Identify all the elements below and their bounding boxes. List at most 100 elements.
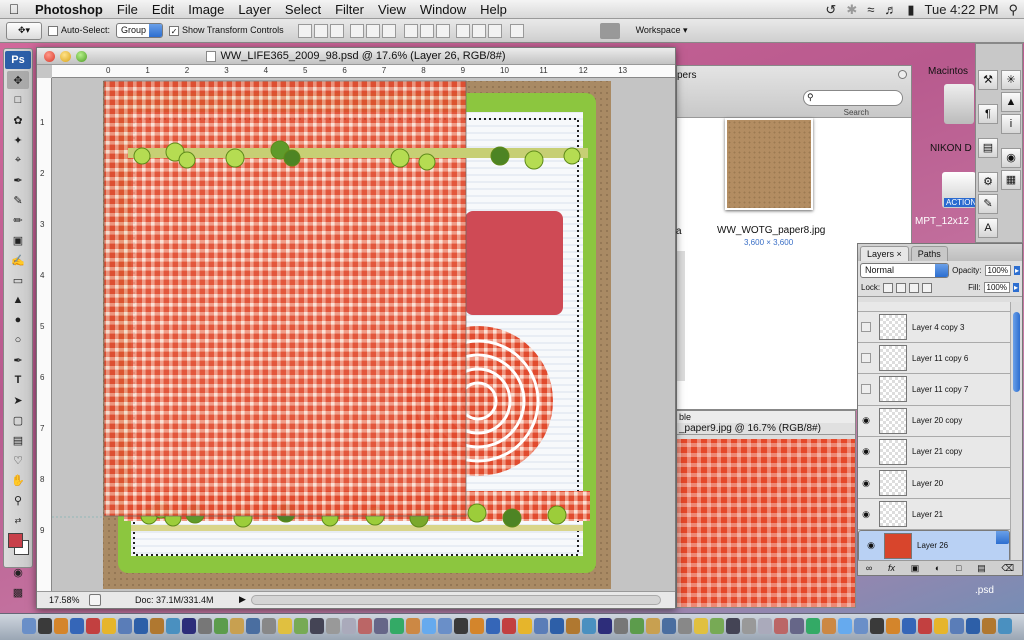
layer-row[interactable]: ◉ Layer 20 — [858, 468, 1010, 500]
zoom-button[interactable] — [76, 51, 87, 62]
lock-transparent-icon[interactable] — [883, 282, 894, 293]
blend-mode-dropdown[interactable]: Normal — [860, 262, 950, 278]
status-info-icon[interactable] — [89, 594, 101, 606]
dock-app-icon[interactable] — [198, 618, 212, 634]
path-selection-tool-icon[interactable]: ➤ — [7, 391, 29, 409]
fill-field[interactable]: 100% — [983, 282, 1010, 293]
dock-app-icon[interactable] — [150, 618, 164, 634]
desktop-psd-label[interactable]: .psd — [975, 585, 994, 596]
opacity-field[interactable]: 100% — [984, 264, 1011, 276]
gradient-tool-icon[interactable]: ▲ — [7, 291, 29, 309]
healing-brush-tool-icon[interactable]: ✎ — [7, 191, 29, 209]
clock[interactable]: Tue 4:22 PM — [925, 2, 999, 17]
actions-icon[interactable]: ⚙ — [978, 172, 998, 192]
desktop-mpt-label[interactable]: MPT_12x12 — [915, 216, 969, 227]
distribute-hcenter-button[interactable] — [471, 23, 486, 38]
layer-row-partial[interactable] — [858, 302, 1010, 312]
paragraph-icon[interactable]: ¶ — [978, 104, 998, 124]
dock-app-icon[interactable] — [486, 618, 500, 634]
layer-comps-icon[interactable]: ▤ — [978, 138, 998, 158]
adjustment-layer-icon[interactable]: ◐ — [935, 563, 940, 573]
dock-app-icon[interactable] — [934, 618, 948, 634]
move-tool-icon[interactable]: ✥ — [7, 71, 29, 89]
layer-row[interactable]: Layer 11 copy 6 — [858, 343, 1010, 375]
lock-pixels-icon[interactable] — [896, 282, 907, 293]
menu-layer[interactable]: Layer — [231, 0, 278, 19]
eye-icon[interactable]: ◉ — [858, 415, 874, 426]
dock-app-icon[interactable] — [262, 618, 276, 634]
dock-app-icon[interactable] — [326, 618, 340, 634]
dock-app-icon[interactable] — [294, 618, 308, 634]
menu-edit[interactable]: Edit — [145, 0, 181, 19]
auto-select-checkbox[interactable] — [48, 25, 58, 36]
layer-row[interactable]: Layer 4 copy 3 — [858, 312, 1010, 344]
spotlight-icon[interactable]: ⚲ — [1008, 2, 1018, 18]
histogram-icon[interactable]: ▲ — [1001, 92, 1021, 112]
brush-tool-icon[interactable]: ✏ — [7, 211, 29, 229]
dock-app-icon[interactable] — [502, 618, 516, 634]
dock-app-icon[interactable] — [214, 618, 228, 634]
dock-app-icon[interactable] — [70, 618, 84, 634]
type-tool-icon[interactable]: T — [7, 371, 29, 389]
tools-preset-icon[interactable]: ⚒ — [978, 70, 998, 90]
layers-scroll-thumb[interactable] — [1013, 312, 1020, 392]
show-transform-checkbox[interactable]: ✓ — [169, 25, 180, 36]
doc2-canvas[interactable] — [677, 439, 855, 607]
distribute-right-button[interactable] — [487, 23, 502, 38]
lock-position-icon[interactable] — [909, 282, 920, 293]
eraser-tool-icon[interactable]: ▭ — [7, 271, 29, 289]
auto-align-button[interactable] — [509, 23, 524, 38]
dock-app-icon[interactable] — [838, 618, 852, 634]
dock-app-icon[interactable] — [582, 618, 596, 634]
dock-app-icon[interactable] — [886, 618, 900, 634]
dock-app-icon[interactable] — [454, 618, 468, 634]
dock-app-icon[interactable] — [406, 618, 420, 634]
layer-row[interactable]: ◉ Layer 21 copy — [858, 437, 1010, 468]
distribute-top-button[interactable] — [403, 23, 418, 38]
dock-app-icon[interactable] — [678, 618, 692, 634]
auto-select-target-dropdown[interactable]: Group — [116, 23, 164, 38]
dock-app-icon[interactable] — [982, 618, 996, 634]
dock-app-icon[interactable] — [470, 618, 484, 634]
bluetooth-icon[interactable]: ✱ — [846, 2, 857, 18]
dock-app-icon[interactable] — [550, 618, 564, 634]
menu-filter[interactable]: Filter — [328, 0, 371, 19]
trash-icon[interactable]: ⌫ — [1001, 563, 1014, 574]
layers-scrollbar[interactable] — [1010, 302, 1022, 562]
time-machine-icon[interactable]: ↺ — [825, 2, 836, 18]
visibility-toggle[interactable] — [861, 322, 871, 333]
dock-app-icon[interactable] — [230, 618, 244, 634]
dock-app-icon[interactable] — [246, 618, 260, 634]
horizontal-scrollbar[interactable] — [251, 595, 661, 605]
tab-paths[interactable]: Paths — [910, 246, 948, 261]
dock-app-icon[interactable] — [790, 618, 804, 634]
align-right-button[interactable] — [381, 23, 396, 38]
dock-app-icon[interactable] — [38, 618, 52, 634]
distribute-bottom-button[interactable] — [435, 23, 450, 38]
clone-stamp-tool-icon[interactable]: ▣ — [7, 231, 29, 249]
dock-app-icon[interactable] — [438, 618, 452, 634]
info-icon[interactable]: i — [1001, 114, 1021, 134]
dodge-tool-icon[interactable]: ○ — [7, 331, 29, 349]
dock-app-icon[interactable] — [822, 618, 836, 634]
finder-file-thumbnail[interactable] — [725, 118, 813, 210]
dock-app-icon[interactable] — [950, 618, 964, 634]
dock-app-icon[interactable] — [854, 618, 868, 634]
dock-app-icon[interactable] — [918, 618, 932, 634]
dock-app-icon[interactable] — [358, 618, 372, 634]
zoom-tool-icon[interactable]: ⚲ — [7, 491, 29, 509]
align-vcenter-button[interactable] — [313, 23, 328, 38]
eye-icon[interactable]: ◉ — [858, 478, 874, 489]
dock-app-icon[interactable] — [710, 618, 724, 634]
zoom-field[interactable]: 17.58% — [49, 595, 80, 605]
marquee-tool-icon[interactable]: □ — [7, 91, 29, 109]
canvas-area[interactable] — [52, 78, 675, 591]
dock-app-icon[interactable] — [182, 618, 196, 634]
swap-colors-icon[interactable]: ⇄ — [7, 511, 29, 529]
brushes-icon[interactable]: ✎ — [978, 194, 998, 214]
volume-icon[interactable]: ♬ — [884, 2, 897, 17]
scrapbook-canvas[interactable] — [52, 78, 675, 591]
bridge-icon[interactable] — [599, 22, 620, 39]
menu-help[interactable]: Help — [473, 0, 514, 19]
close-button[interactable] — [44, 51, 55, 62]
